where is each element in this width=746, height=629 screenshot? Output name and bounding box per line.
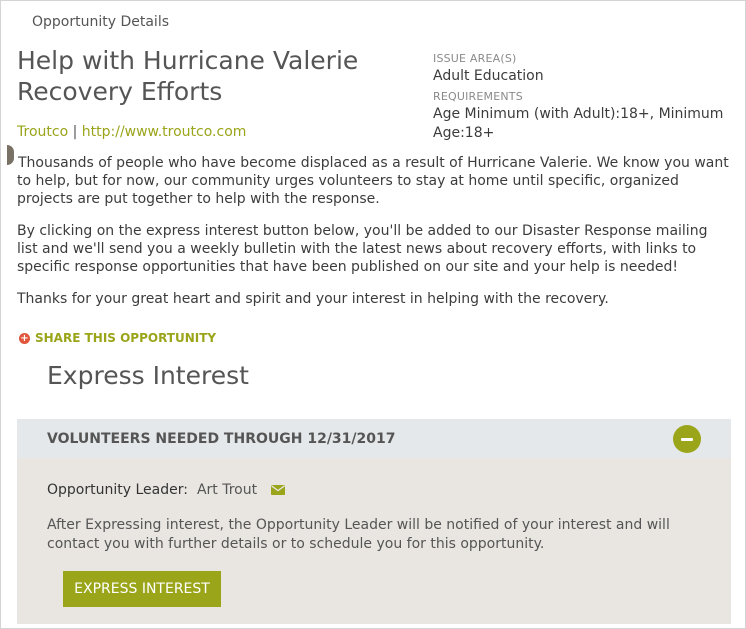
requirements-value: Age Minimum (with Adult):18+, Minimum Ag… (433, 106, 724, 141)
organization-separator: | (72, 124, 78, 140)
express-interest-panel: VOLUNTEERS NEEDED THROUGH 12/31/2017 Opp… (17, 419, 731, 624)
envelope-icon[interactable] (271, 485, 286, 495)
opportunity-details-frame: Opportunity Details Help with Hurricane … (0, 0, 746, 629)
express-interest-heading: Express Interest (47, 361, 249, 390)
minus-icon (681, 437, 693, 441)
description-paragraph-2: By clicking on the express interest butt… (17, 223, 708, 275)
details-sidebar: ISSUE AREA(S) Adult Education REQUIREMEN… (433, 51, 733, 146)
page-header: Opportunity Details (32, 14, 169, 30)
page-title: Help with Hurricane Valerie Recovery Eff… (17, 46, 359, 106)
share-label: SHARE THIS OPPORTUNITY (35, 331, 217, 345)
description-paragraph-3: Thanks for your great heart and spirit a… (17, 291, 609, 307)
plus-circle-icon: + (19, 332, 30, 344)
organization-name-link[interactable]: Troutco (17, 124, 68, 140)
collapse-button[interactable] (673, 425, 701, 453)
opportunity-description: Thousands of people who have become disp… (17, 154, 729, 322)
leader-label: Opportunity Leader: (47, 482, 188, 498)
requirements-label: REQUIREMENTS (433, 90, 523, 103)
volunteers-needed-label: VOLUNTEERS NEEDED THROUGH 12/31/2017 (47, 430, 396, 447)
leader-name: Art Trout (196, 482, 258, 498)
share-opportunity-link[interactable]: + SHARE THIS OPPORTUNITY (19, 331, 216, 345)
issue-area-label: ISSUE AREA(S) (433, 52, 517, 65)
issue-area-value: Adult Education (433, 68, 544, 84)
side-tab-handle[interactable] (7, 145, 14, 165)
express-interest-notice: After Expressing interest, the Opportuni… (47, 517, 670, 552)
description-paragraph-1: Thousands of people who have become disp… (17, 155, 729, 207)
organization-line: Troutco | http://www.troutco.com (17, 124, 246, 140)
express-interest-button[interactable]: EXPRESS INTEREST (63, 571, 221, 607)
panel-header: VOLUNTEERS NEEDED THROUGH 12/31/2017 (17, 419, 731, 458)
opportunity-leader: Opportunity Leader: Art Trout (47, 482, 286, 498)
organization-url-link[interactable]: http://www.troutco.com (82, 124, 247, 140)
